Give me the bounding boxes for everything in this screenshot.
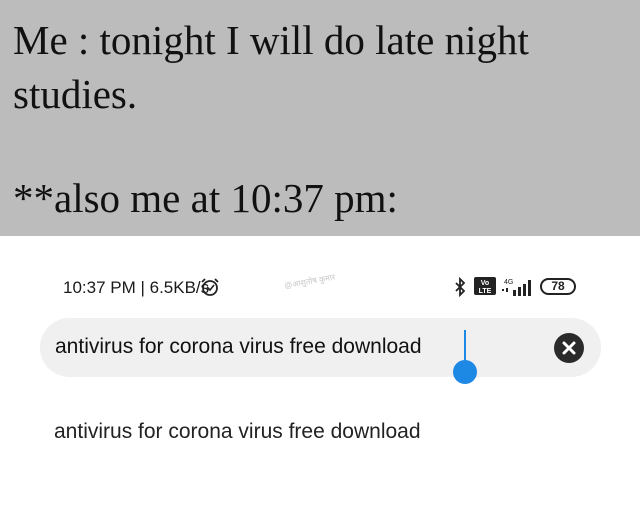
battery-icon: 78 bbox=[540, 278, 576, 295]
svg-text:Vo: Vo bbox=[481, 280, 489, 287]
cursor-handle[interactable] bbox=[453, 360, 477, 384]
svg-text:LTE: LTE bbox=[479, 288, 492, 295]
signal-icon: 4G bbox=[502, 279, 531, 296]
clear-search-button[interactable] bbox=[554, 333, 584, 363]
svg-text:4G: 4G bbox=[504, 279, 513, 286]
watermark: @आशुतोष कुमार bbox=[283, 272, 336, 291]
caption-line-2: studies. bbox=[13, 71, 138, 117]
bluetooth-icon bbox=[455, 277, 466, 297]
status-bar: 10:37 PM | 6.5KB/s @आशुतोष कुमार Vo LTE … bbox=[0, 272, 640, 300]
caption-line-1: Me : tonight I will do late night bbox=[13, 17, 529, 63]
search-suggestion[interactable]: antivirus for corona virus free download bbox=[54, 420, 421, 444]
text-cursor bbox=[464, 330, 466, 364]
meme-caption: Me : tonight I will do late night studie… bbox=[0, 0, 640, 236]
alarm-icon bbox=[201, 278, 219, 296]
phone-screenshot: 10:37 PM | 6.5KB/s @आशुतोष कुमार Vo LTE … bbox=[0, 236, 640, 511]
caption-line-3: **also me at 10:37 pm: bbox=[13, 175, 398, 221]
search-input[interactable]: antivirus for corona virus free download bbox=[55, 335, 422, 359]
volte-icon: Vo LTE bbox=[474, 277, 496, 295]
status-time-speed: 10:37 PM | 6.5KB/s bbox=[63, 278, 210, 297]
search-bar[interactable]: antivirus for corona virus free download bbox=[40, 318, 601, 384]
